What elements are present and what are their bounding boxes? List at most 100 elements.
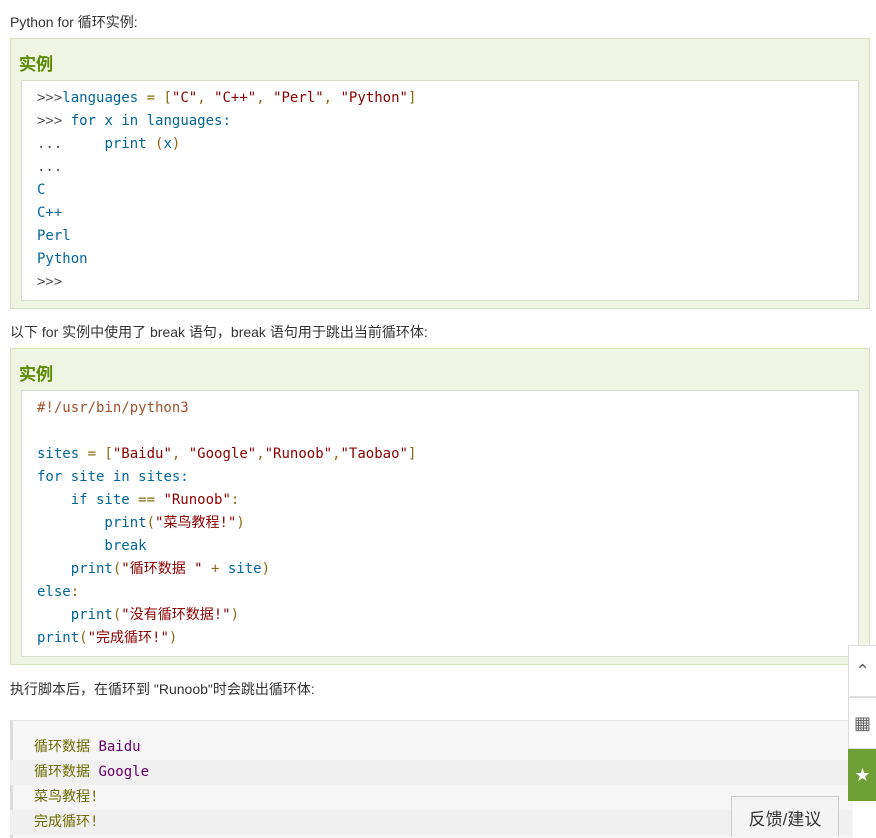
code-token: languages: (138, 113, 231, 129)
code-line: ... (37, 156, 62, 179)
code-token: "没有循环数据!" (121, 607, 231, 623)
code-token: in (112, 469, 130, 485)
star-icon[interactable]: ★ (848, 749, 876, 801)
code-token: "C" (171, 90, 198, 106)
code-line: C++ (37, 202, 62, 225)
code-line: >>> for x in languages: (37, 110, 231, 133)
code-token: print (37, 561, 113, 577)
qrcode-icon[interactable]: ▦ (848, 697, 876, 749)
chevron-up-icon[interactable]: ⌃ (848, 645, 876, 697)
intro-text-break: 以下 for 实例中使用了 break 语句，break 语句用于跳出当前循环体… (10, 324, 428, 340)
code-token: in (121, 113, 139, 129)
code-line: if site == "Runoob": (37, 489, 240, 512)
code-token: , (332, 446, 341, 462)
code-token: for (37, 469, 63, 485)
code-token: site (227, 561, 262, 577)
code-token: "循环数据 " (121, 561, 203, 577)
side-toolbar: ⌃ ▦ ★ (848, 645, 876, 801)
code-token: = [ (146, 90, 172, 106)
code-token: + (202, 561, 228, 577)
code-token: ) (168, 630, 178, 646)
code-line: Python (37, 248, 88, 271)
output-line: 循环数据 Google (10, 760, 852, 785)
code-line: >>>languages = ["C", "C++", "Perl", "Pyt… (37, 87, 416, 110)
code-line: print("菜鸟教程!") (37, 512, 244, 535)
code-token: ) (261, 561, 271, 577)
example-title: 实例 (19, 55, 53, 74)
code-block-2[interactable]: #!/usr/bin/python3 sites = ["Baidu", "Goo… (21, 390, 859, 657)
code-token: if (70, 492, 88, 508)
code-token: for (70, 113, 97, 129)
code-token: >>> (37, 113, 71, 129)
code-token: print (104, 136, 147, 152)
code-line: ... print (x) (37, 133, 180, 156)
example-title: 实例 (19, 365, 53, 384)
code-token: ] (407, 446, 417, 462)
code-token: sites (37, 446, 88, 462)
output-label: 循环数据 (34, 739, 99, 755)
code-token: ( (146, 515, 156, 531)
example-box-2: 实例 #!/usr/bin/python3 sites = ["Baidu", "… (10, 348, 870, 665)
code-block-1[interactable]: >>>languages = ["C", "C++", "Perl", "Pyt… (21, 80, 859, 301)
code-token: #!/usr/bin/python3 (37, 400, 189, 416)
code-token: = [ (87, 446, 113, 462)
code-token: , (323, 90, 341, 106)
code-token: break (37, 538, 147, 554)
code-token: ( (79, 630, 88, 646)
code-line: C (37, 179, 45, 202)
code-line: else: (37, 581, 79, 604)
example-box-1: 实例 >>>languages = ["C", "C++", "Perl", "… (10, 38, 870, 309)
output-label: 完成循环! (34, 814, 99, 830)
code-token: languages (62, 90, 147, 106)
output-line: 循环数据 Baidu (34, 735, 141, 760)
code-line: print("循环数据 " + site) (37, 558, 270, 581)
code-token: ) (171, 136, 181, 152)
code-token: >>> (37, 274, 63, 290)
code-token: print (37, 515, 147, 531)
code-token: "Perl" (273, 90, 324, 106)
code-line: print("完成循环!") (37, 627, 177, 650)
output-label: 循环数据 (34, 764, 99, 780)
code-token: site (87, 492, 139, 508)
code-token: >>> (37, 90, 63, 106)
output-line: 菜鸟教程! (34, 785, 98, 810)
code-token: "C++" (214, 90, 257, 106)
code-token: == (138, 492, 164, 508)
code-token: Python (37, 251, 88, 267)
feedback-button[interactable]: 反馈/建议 (731, 796, 839, 837)
code-line: Perl (37, 225, 71, 248)
code-token: "Baidu" (112, 446, 172, 462)
output-value: Baidu (98, 739, 141, 755)
code-line: break (37, 535, 147, 558)
intro-text-for-loop: Python for 循环实例: (10, 14, 138, 30)
code-token: "完成循环!" (87, 630, 169, 646)
code-token: "Runoob" (163, 492, 231, 508)
code-token: "Taobao" (340, 446, 408, 462)
code-token: print (37, 607, 113, 623)
code-token: else (37, 584, 71, 600)
code-line: for site in sites: (37, 466, 189, 489)
code-line: print("没有循环数据!") (37, 604, 239, 627)
code-token: , (256, 446, 265, 462)
code-token: Perl (37, 228, 71, 244)
code-token: x (163, 136, 172, 152)
code-token: ... (37, 159, 63, 175)
output-value: Google (98, 764, 150, 780)
code-token: site (62, 469, 113, 485)
code-token: : (70, 584, 80, 600)
output-line: 完成循环! (10, 810, 852, 835)
output-block: 循环数据 Baidu 循环数据 Google 菜鸟教程! 完成循环! (10, 720, 853, 838)
code-line: sites = ["Baidu", "Google","Runoob","Tao… (37, 443, 416, 466)
code-token: ... (37, 136, 105, 152)
code-token: "Google" (188, 446, 257, 462)
code-token: "Runoob" (264, 446, 333, 462)
intro-text-output: 执行脚本后，在循环到 "Runoob"时会跳出循环体: (10, 681, 315, 697)
code-token: ) (230, 607, 240, 623)
code-token: "菜鸟教程!" (155, 515, 237, 531)
code-line: #!/usr/bin/python3 (37, 397, 189, 420)
code-token: , (197, 90, 215, 106)
code-token: "Python" (340, 90, 408, 106)
code-line: >>> (37, 271, 62, 294)
code-token: C (37, 182, 46, 198)
